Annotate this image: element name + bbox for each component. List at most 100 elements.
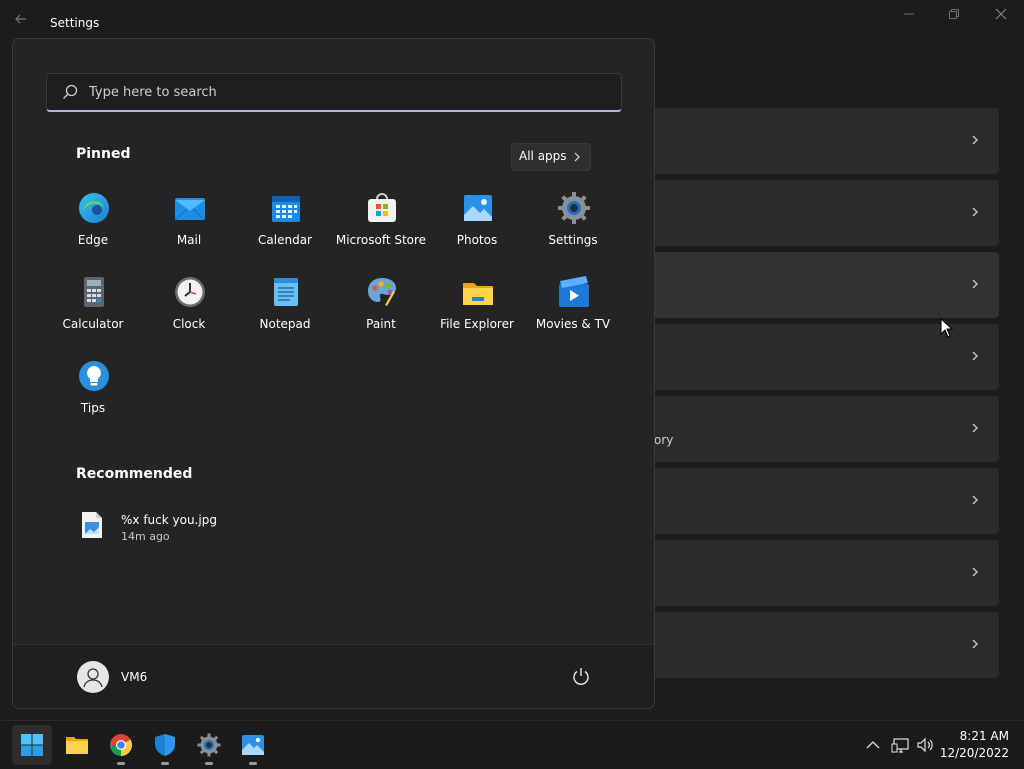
chevron-right-icon bbox=[972, 639, 978, 649]
shield-icon bbox=[155, 734, 175, 756]
taskbar-security[interactable] bbox=[145, 725, 185, 765]
paint-icon bbox=[368, 278, 396, 306]
clock-time[interactable]: 8:21 AM bbox=[960, 729, 1009, 743]
volume-icon[interactable] bbox=[915, 735, 935, 755]
avatar[interactable] bbox=[77, 661, 109, 693]
pinned-title: Pinned bbox=[76, 146, 131, 162]
photos-icon bbox=[242, 735, 264, 755]
user-name[interactable]: VM6 bbox=[121, 670, 147, 684]
app-label: Paint bbox=[366, 317, 396, 331]
notepad-icon bbox=[274, 278, 298, 306]
network-icon[interactable] bbox=[891, 735, 911, 755]
app-paint[interactable]: Paint bbox=[333, 267, 429, 339]
chevron-right-icon bbox=[972, 279, 978, 289]
app-label: Mail bbox=[176, 233, 202, 247]
app-label: Settings bbox=[548, 233, 598, 247]
settings-card[interactable] bbox=[654, 180, 999, 246]
settings-card-description: ory bbox=[654, 433, 674, 447]
app-tips[interactable]: Tips bbox=[45, 351, 141, 423]
settings-card[interactable] bbox=[654, 612, 999, 678]
app-movies-tv[interactable]: Movies & TV bbox=[525, 267, 621, 339]
edge-icon bbox=[79, 193, 109, 223]
app-notepad[interactable]: Notepad bbox=[237, 267, 333, 339]
start-footer: VM6 bbox=[13, 644, 654, 708]
recommended-file-name: %x fuck you.jpg bbox=[121, 513, 217, 527]
taskbar-settings[interactable] bbox=[189, 725, 229, 765]
chevron-right-icon bbox=[972, 567, 978, 577]
settings-icon bbox=[558, 192, 590, 224]
taskbar: 8:21 AM 12/20/2022 bbox=[0, 720, 1024, 769]
restore-icon[interactable] bbox=[938, 8, 970, 26]
app-calculator[interactable]: Calculator bbox=[45, 267, 141, 339]
app-label: Movies & TV bbox=[535, 317, 611, 331]
app-mail[interactable]: Mail bbox=[141, 183, 237, 255]
photos-icon bbox=[464, 195, 492, 221]
folder-icon bbox=[66, 737, 88, 754]
settings-card[interactable] bbox=[654, 396, 999, 462]
all-apps-label: All apps bbox=[519, 149, 567, 163]
app-photos[interactable]: Photos bbox=[429, 183, 525, 255]
search-box[interactable] bbox=[46, 73, 622, 112]
mouse-cursor-icon bbox=[940, 318, 954, 338]
recommended-title: Recommended bbox=[76, 466, 193, 482]
close-icon[interactable] bbox=[985, 8, 1017, 26]
recommended-file-time: 14m ago bbox=[121, 530, 170, 543]
app-label: Tips bbox=[80, 401, 106, 415]
app-label: Clock bbox=[172, 317, 206, 331]
running-indicator bbox=[117, 762, 125, 765]
power-icon[interactable] bbox=[569, 665, 593, 689]
settings-card[interactable] bbox=[654, 468, 999, 534]
mail-icon bbox=[174, 198, 206, 221]
chrome-icon bbox=[110, 734, 132, 756]
store-icon bbox=[368, 193, 396, 222]
app-label: Calculator bbox=[62, 317, 124, 331]
settings-titlebar: Settings bbox=[0, 0, 1024, 40]
all-apps-button[interactable]: All apps bbox=[511, 143, 591, 171]
image-file-icon bbox=[82, 512, 102, 538]
taskbar-file-explorer[interactable] bbox=[57, 725, 97, 765]
gear-icon bbox=[197, 733, 221, 757]
app-file-explorer[interactable]: File Explorer bbox=[429, 267, 525, 339]
recommended-item[interactable]: %x fuck you.jpg 14m ago bbox=[77, 507, 377, 547]
back-arrow-icon[interactable] bbox=[14, 12, 32, 30]
app-label: Notepad bbox=[259, 317, 311, 331]
chevron-right-icon bbox=[972, 135, 978, 145]
settings-card[interactable] bbox=[654, 108, 999, 174]
user-icon bbox=[83, 668, 103, 688]
app-calendar[interactable]: Calendar bbox=[237, 183, 333, 255]
taskbar-photos[interactable] bbox=[233, 725, 273, 765]
app-label: File Explorer bbox=[440, 317, 514, 331]
chevron-right-icon bbox=[972, 351, 978, 361]
running-indicator bbox=[161, 762, 169, 765]
chevron-right-icon bbox=[972, 495, 978, 505]
start-button[interactable] bbox=[12, 725, 52, 765]
calendar-icon bbox=[272, 196, 300, 222]
chevron-right-icon bbox=[574, 152, 580, 162]
window-title: Settings bbox=[50, 16, 100, 30]
app-label: Photos bbox=[456, 233, 498, 247]
app-label: Microsoft Store bbox=[335, 233, 427, 247]
settings-card[interactable] bbox=[654, 540, 999, 606]
chevron-up-icon[interactable] bbox=[863, 735, 883, 755]
app-microsoft-store[interactable]: Microsoft Store bbox=[333, 183, 429, 255]
search-input[interactable] bbox=[89, 81, 569, 103]
settings-card[interactable] bbox=[654, 252, 999, 318]
app-label: Calendar bbox=[258, 233, 312, 247]
app-settings[interactable]: Settings bbox=[525, 183, 621, 255]
app-label: Edge bbox=[77, 233, 109, 247]
chevron-right-icon bbox=[972, 207, 978, 217]
search-icon bbox=[63, 84, 78, 99]
start-menu: Pinned All apps Edge Mail bbox=[12, 38, 655, 709]
taskbar-chrome[interactable] bbox=[101, 725, 141, 765]
clock-date[interactable]: 12/20/2022 bbox=[940, 746, 1009, 760]
tips-icon bbox=[79, 361, 109, 391]
running-indicator bbox=[205, 762, 213, 765]
movies-tv-icon bbox=[559, 276, 589, 307]
app-edge[interactable]: Edge bbox=[45, 183, 141, 255]
app-clock[interactable]: Clock bbox=[141, 267, 237, 339]
running-indicator bbox=[249, 762, 257, 765]
chevron-right-icon bbox=[972, 423, 978, 433]
minimize-icon[interactable] bbox=[893, 8, 925, 26]
file-explorer-icon bbox=[463, 283, 493, 305]
calculator-icon bbox=[84, 277, 104, 307]
